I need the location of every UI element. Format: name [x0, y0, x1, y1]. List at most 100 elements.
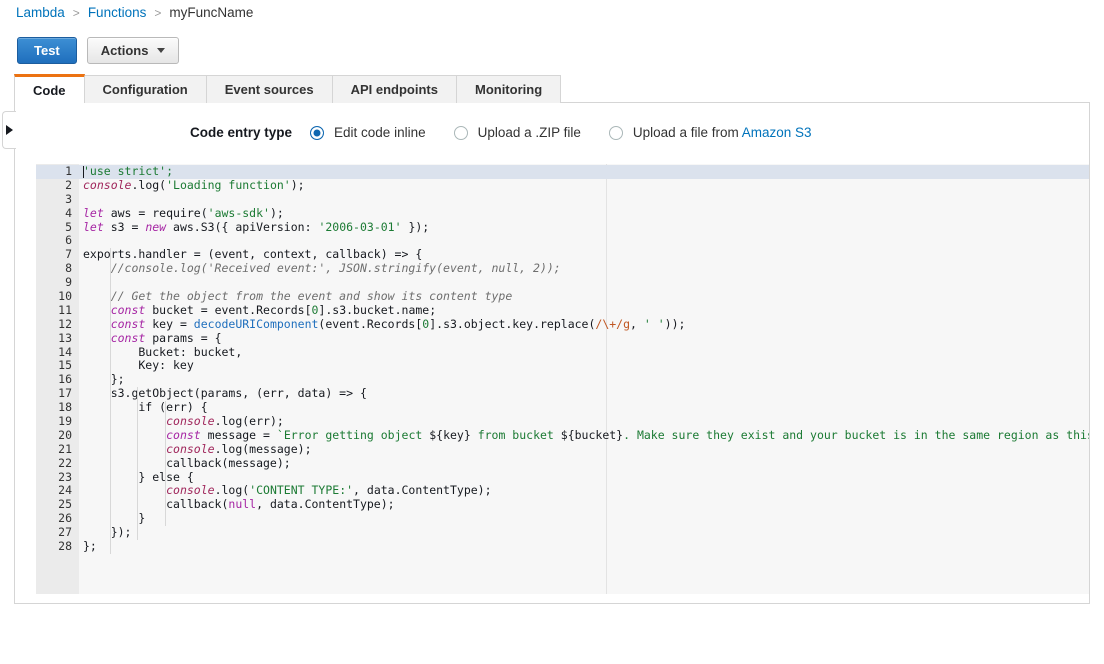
amazon-s3-link[interactable]: Amazon S3 — [742, 125, 812, 140]
code-line[interactable]: if (err) { — [79, 400, 1089, 415]
code-token: aws.S3({ apiVersion: — [166, 219, 319, 234]
code-line[interactable]: // Get the object from the event and sho… — [79, 289, 1089, 304]
code-line[interactable]: callback(message); — [79, 455, 1089, 471]
actions-dropdown-button[interactable]: Actions — [86, 37, 180, 64]
radio-checked-icon[interactable] — [310, 125, 325, 140]
breadcrumb-item-lambda[interactable]: Lambda — [16, 5, 65, 20]
code-token: const — [166, 427, 201, 442]
code-line[interactable]: }; — [79, 539, 1089, 554]
code-token: ); — [290, 177, 305, 192]
code-token: .log(message); — [214, 441, 312, 456]
radio-unchecked-icon[interactable] — [608, 125, 623, 140]
code-line[interactable]: let aws = require('aws-sdk'); — [79, 205, 1089, 221]
code-line[interactable]: callback(null, data.ContentType); — [79, 497, 1089, 512]
tab-configuration[interactable]: Configuration — [84, 75, 207, 103]
code-token: ${bucket} — [560, 427, 624, 442]
code-token: } else { — [83, 469, 194, 484]
code-token: callback( — [83, 497, 229, 512]
code-line[interactable]: //console.log('Received event:', JSON.st… — [79, 261, 1089, 276]
code-token: Key: key — [83, 358, 194, 373]
code-token: 'aws-sdk' — [207, 205, 270, 220]
code-token: ].s3.object.key.replace( — [429, 316, 596, 331]
code-line[interactable]: 'use strict'; — [79, 164, 1089, 179]
line-number: 2 — [65, 177, 72, 192]
code-token: let — [83, 205, 104, 220]
code-token: ].s3.bucket.name; — [318, 302, 437, 317]
tab-monitoring[interactable]: Monitoring — [456, 75, 562, 103]
code-line[interactable]: console.log(message); — [79, 441, 1089, 457]
code-token: decodeURIComponent — [193, 316, 319, 331]
code-line[interactable]: const message = `Error getting object ${… — [79, 427, 1089, 443]
line-number: 1 — [36, 164, 79, 179]
code-token: '2006-03-01' — [318, 219, 402, 234]
radio-option-0[interactable]: Edit code inline — [310, 125, 426, 140]
code-line[interactable] — [79, 234, 1089, 248]
line-number: 13 — [58, 330, 72, 345]
code-token: console — [83, 177, 132, 192]
line-number: 24 — [58, 483, 72, 498]
radio-option-2[interactable]: Upload a file from Amazon S3 — [608, 125, 812, 140]
tab-event-sources[interactable]: Event sources — [206, 75, 333, 103]
code-line[interactable]: console.log(err); — [79, 414, 1089, 429]
code-token: ' ' — [643, 316, 665, 331]
code-line[interactable]: exports.handler = (event, context, callb… — [79, 247, 1089, 262]
line-number: 8 — [65, 261, 72, 276]
code-token: .log( — [214, 483, 250, 498]
code-line[interactable] — [79, 276, 1089, 290]
code-token: , — [630, 316, 644, 331]
text-cursor — [83, 166, 84, 178]
code-token: 'use strict'; — [83, 164, 174, 178]
code-token: }; — [83, 372, 125, 387]
code-line[interactable]: console.log('Loading function'); — [79, 177, 1089, 193]
tab-api-endpoints[interactable]: API endpoints — [332, 75, 457, 103]
code-line[interactable]: }); — [79, 525, 1089, 540]
code-token: 'Loading function' — [166, 177, 291, 192]
line-number: 5 — [65, 219, 72, 234]
code-line[interactable]: const bucket = event.Records[0].s3.bucke… — [79, 302, 1089, 318]
code-token: . Make sure they exist and your bucket i… — [623, 427, 1089, 442]
line-number: 12 — [58, 316, 72, 331]
lambda-console-page: Lambda > Functions > myFuncName Test Actions… — [0, 0, 1104, 664]
code-token: params = { — [145, 330, 222, 345]
code-token: const — [110, 330, 146, 345]
code-text-area[interactable]: 'use strict'; console.log('Loading functi… — [79, 164, 1089, 594]
line-number: 25 — [58, 497, 72, 512]
code-line[interactable]: Bucket: bucket, — [79, 345, 1089, 360]
sidebar-expand-handle[interactable] — [2, 111, 16, 149]
line-number: 23 — [58, 469, 72, 484]
code-line[interactable]: let s3 = new aws.S3({ apiVersion: '2006-… — [79, 219, 1089, 235]
code-token: s3.getObject(params, (err, data) => { — [83, 386, 367, 401]
code-token: key = — [145, 316, 194, 331]
code-line[interactable]: s3.getObject(params, (err, data) => { — [79, 386, 1089, 401]
code-token: console — [166, 441, 215, 456]
code-line[interactable]: } else { — [79, 469, 1089, 485]
line-number: 16 — [58, 372, 72, 387]
code-line[interactable]: const params = { — [79, 330, 1089, 346]
breadcrumb-item-functions[interactable]: Functions — [88, 5, 147, 20]
code-line[interactable]: Key: key — [79, 359, 1089, 373]
code-token: //console.log('Received event:', JSON.st… — [83, 261, 561, 276]
radio-unchecked-icon[interactable] — [453, 125, 468, 140]
test-button[interactable]: Test — [17, 37, 77, 64]
code-token: , data.ContentType); — [353, 483, 492, 498]
code-line[interactable]: console.log('CONTENT TYPE:', data.Conten… — [79, 484, 1089, 498]
line-number: 15 — [58, 358, 72, 373]
line-number: 18 — [58, 400, 72, 415]
code-token: .log( — [131, 177, 167, 192]
code-line[interactable] — [79, 193, 1089, 207]
code-line[interactable]: } — [79, 511, 1089, 526]
code-token: callback(message); — [83, 455, 291, 470]
tab-code[interactable]: Code — [14, 74, 85, 104]
code-line[interactable]: }; — [79, 372, 1089, 387]
line-number-gutter: 1 2 3 4 5 6 7 8 9 10 11 12 13 14 15 16 17 18 19 20 21 22 23 24 2… — [36, 164, 79, 594]
code-token: // Get the object from the event and sho… — [83, 289, 513, 304]
radio-option-1[interactable]: Upload a .ZIP file — [453, 125, 581, 140]
line-number: 7 — [65, 247, 72, 262]
tab-label: Configuration — [102, 82, 188, 97]
line-number: 9 — [65, 275, 72, 290]
code-line[interactable]: const key = decodeURIComponent(event.Rec… — [79, 316, 1089, 332]
code-entry-type-label: Code entry type — [190, 125, 293, 140]
code-editor[interactable]: 1 2 3 4 5 6 7 8 9 10 11 12 13 14 15 16 17 18 19 20 21 22 23 24 2… — [36, 164, 1089, 594]
